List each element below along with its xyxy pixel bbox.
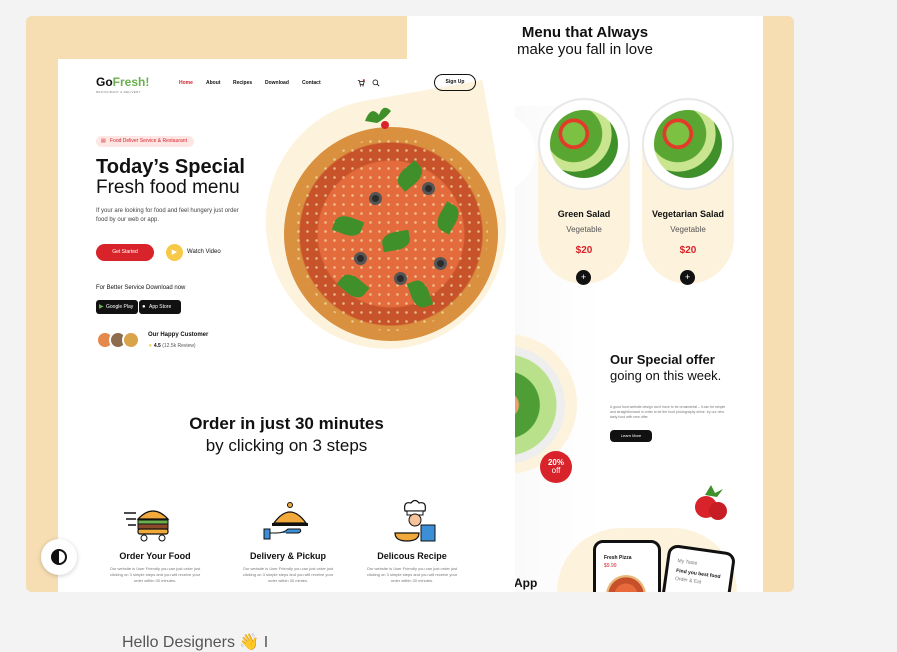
menu-card-price: $20 (575, 245, 593, 256)
rating-count: (12.5k Review) (162, 343, 196, 349)
sign-up-button[interactable]: Sign Up (434, 74, 476, 91)
star-icon: ★ (148, 343, 153, 349)
basil-garnish-icon (365, 107, 391, 129)
happy-customer-label: Our Happy Customer (148, 332, 209, 338)
nav-about[interactable]: About (206, 80, 220, 86)
offer-title-regular: going on this week. (610, 368, 722, 383)
menu-title: Menu that Always make you fall in love (407, 24, 763, 58)
search-icon[interactable] (372, 79, 380, 87)
step-title-recipe: Delicous Recipe (377, 551, 447, 561)
add-to-cart-button[interactable]: + (680, 270, 695, 285)
avatar (122, 331, 140, 349)
nav-home[interactable]: Home (179, 80, 193, 86)
google-play-button[interactable]: Google Play (96, 300, 138, 314)
rating: ★ 4.5 (12.5k Review) (148, 343, 196, 349)
steps-heading-regular: by clicking on 3 steps (205, 436, 368, 455)
phone-pizza-title: Fresh Pizza (604, 555, 632, 561)
logo[interactable]: GoFresh! (96, 75, 149, 89)
app-store-button[interactable]: App Store (139, 300, 181, 314)
logo-subtitle: RESTAURANT & DELIVERY (96, 90, 141, 94)
phone-pizza-price: $9.99 (604, 563, 617, 569)
play-icon[interactable]: ▶ (166, 244, 183, 261)
canvas: Menu that Always make you fall in love G… (0, 0, 897, 651)
menu-card-category: Vegetable (670, 225, 706, 234)
theme-toggle-icon (51, 549, 67, 565)
hero-heading-regular: Fresh food menu (96, 177, 240, 198)
menu-card-vegetarian-salad[interactable]: Vegetarian Salad Vegetable $20 + (642, 98, 734, 285)
olive (354, 252, 367, 265)
offer-title: Our Special offer going on this week. (610, 352, 721, 384)
olive (434, 257, 447, 270)
step-title-order: Order Your Food (119, 551, 191, 561)
menu-card-name: Vegetarian Salad (651, 209, 725, 219)
salad-plate-image (538, 98, 630, 190)
hero-description: If your are looking for food and feel hu… (96, 208, 239, 223)
nav-contact[interactable]: Contact (302, 80, 321, 86)
customer-avatars (96, 331, 142, 349)
offer-description: A good food website design don't have to… (610, 405, 726, 419)
step-desc-delivery: Our website is User Friendly you can jus… (242, 566, 334, 583)
olive (369, 192, 382, 205)
phone-mockup-find-food: My Taste Find you best food Order & Eat (657, 543, 737, 592)
step-desc-recipe: Our website is User Friendly you can jus… (366, 566, 458, 583)
olive (422, 182, 435, 195)
hero-heading-bold: Today’s Special (96, 156, 245, 178)
phone-mockup-pizza: Fresh Pizza $9.99 (593, 540, 661, 592)
menu-card-green-salad[interactable]: Green Salad Vegetable $20 + (538, 98, 630, 285)
offer-title-bold: Our Special offer (610, 352, 715, 367)
phone-pizza-image (606, 575, 646, 592)
chef-icon (394, 499, 436, 542)
app-section-label: App (514, 576, 538, 590)
menu-title-line1: Menu that Always (521, 24, 649, 41)
menu-card-name: Green Salad (557, 209, 611, 219)
cloche-delivery-icon (263, 502, 308, 540)
landing-page: GoFresh! RESTAURANT & DELIVERY Home Abou… (58, 59, 515, 592)
steps-heading-bold: Order in just 30 minutes (189, 414, 384, 433)
step-title-delivery: Delivery & Pickup (249, 551, 327, 561)
get-started-button[interactable]: Get Started (96, 244, 154, 261)
service-tag: Food Deliver Service & Restaurant (96, 136, 194, 147)
nav-download[interactable]: Download (265, 80, 289, 86)
burger-icon (124, 510, 170, 542)
salad-plate-image (642, 98, 734, 190)
cart-icon[interactable] (357, 79, 365, 87)
download-label: For Better Service Download now (96, 285, 186, 291)
olive (394, 272, 407, 285)
add-to-cart-button[interactable]: + (576, 270, 591, 285)
learn-more-button[interactable]: Learn More (610, 430, 652, 442)
menu-title-line2: make you fall in love (517, 41, 653, 58)
logo-fresh: Fresh! (112, 75, 150, 89)
watch-video-link[interactable]: Watch Video (187, 249, 221, 255)
logo-go: Go (96, 75, 113, 89)
nav-recipes[interactable]: Recipes (233, 80, 252, 86)
discount-badge: 20% off (540, 451, 572, 483)
rating-value: 4.5 (153, 343, 161, 349)
discount-off: off (551, 466, 561, 475)
menu-card-price: $20 (679, 245, 697, 256)
pizza-image (284, 127, 498, 341)
tomato-icon (695, 485, 727, 520)
step-desc-order: Our website is User Friendly you can jus… (109, 566, 201, 583)
theme-toggle-button[interactable] (41, 539, 77, 575)
footer-caption: Hello Designers 👋 I (122, 634, 269, 651)
menu-card-category: Vegetable (566, 225, 602, 234)
